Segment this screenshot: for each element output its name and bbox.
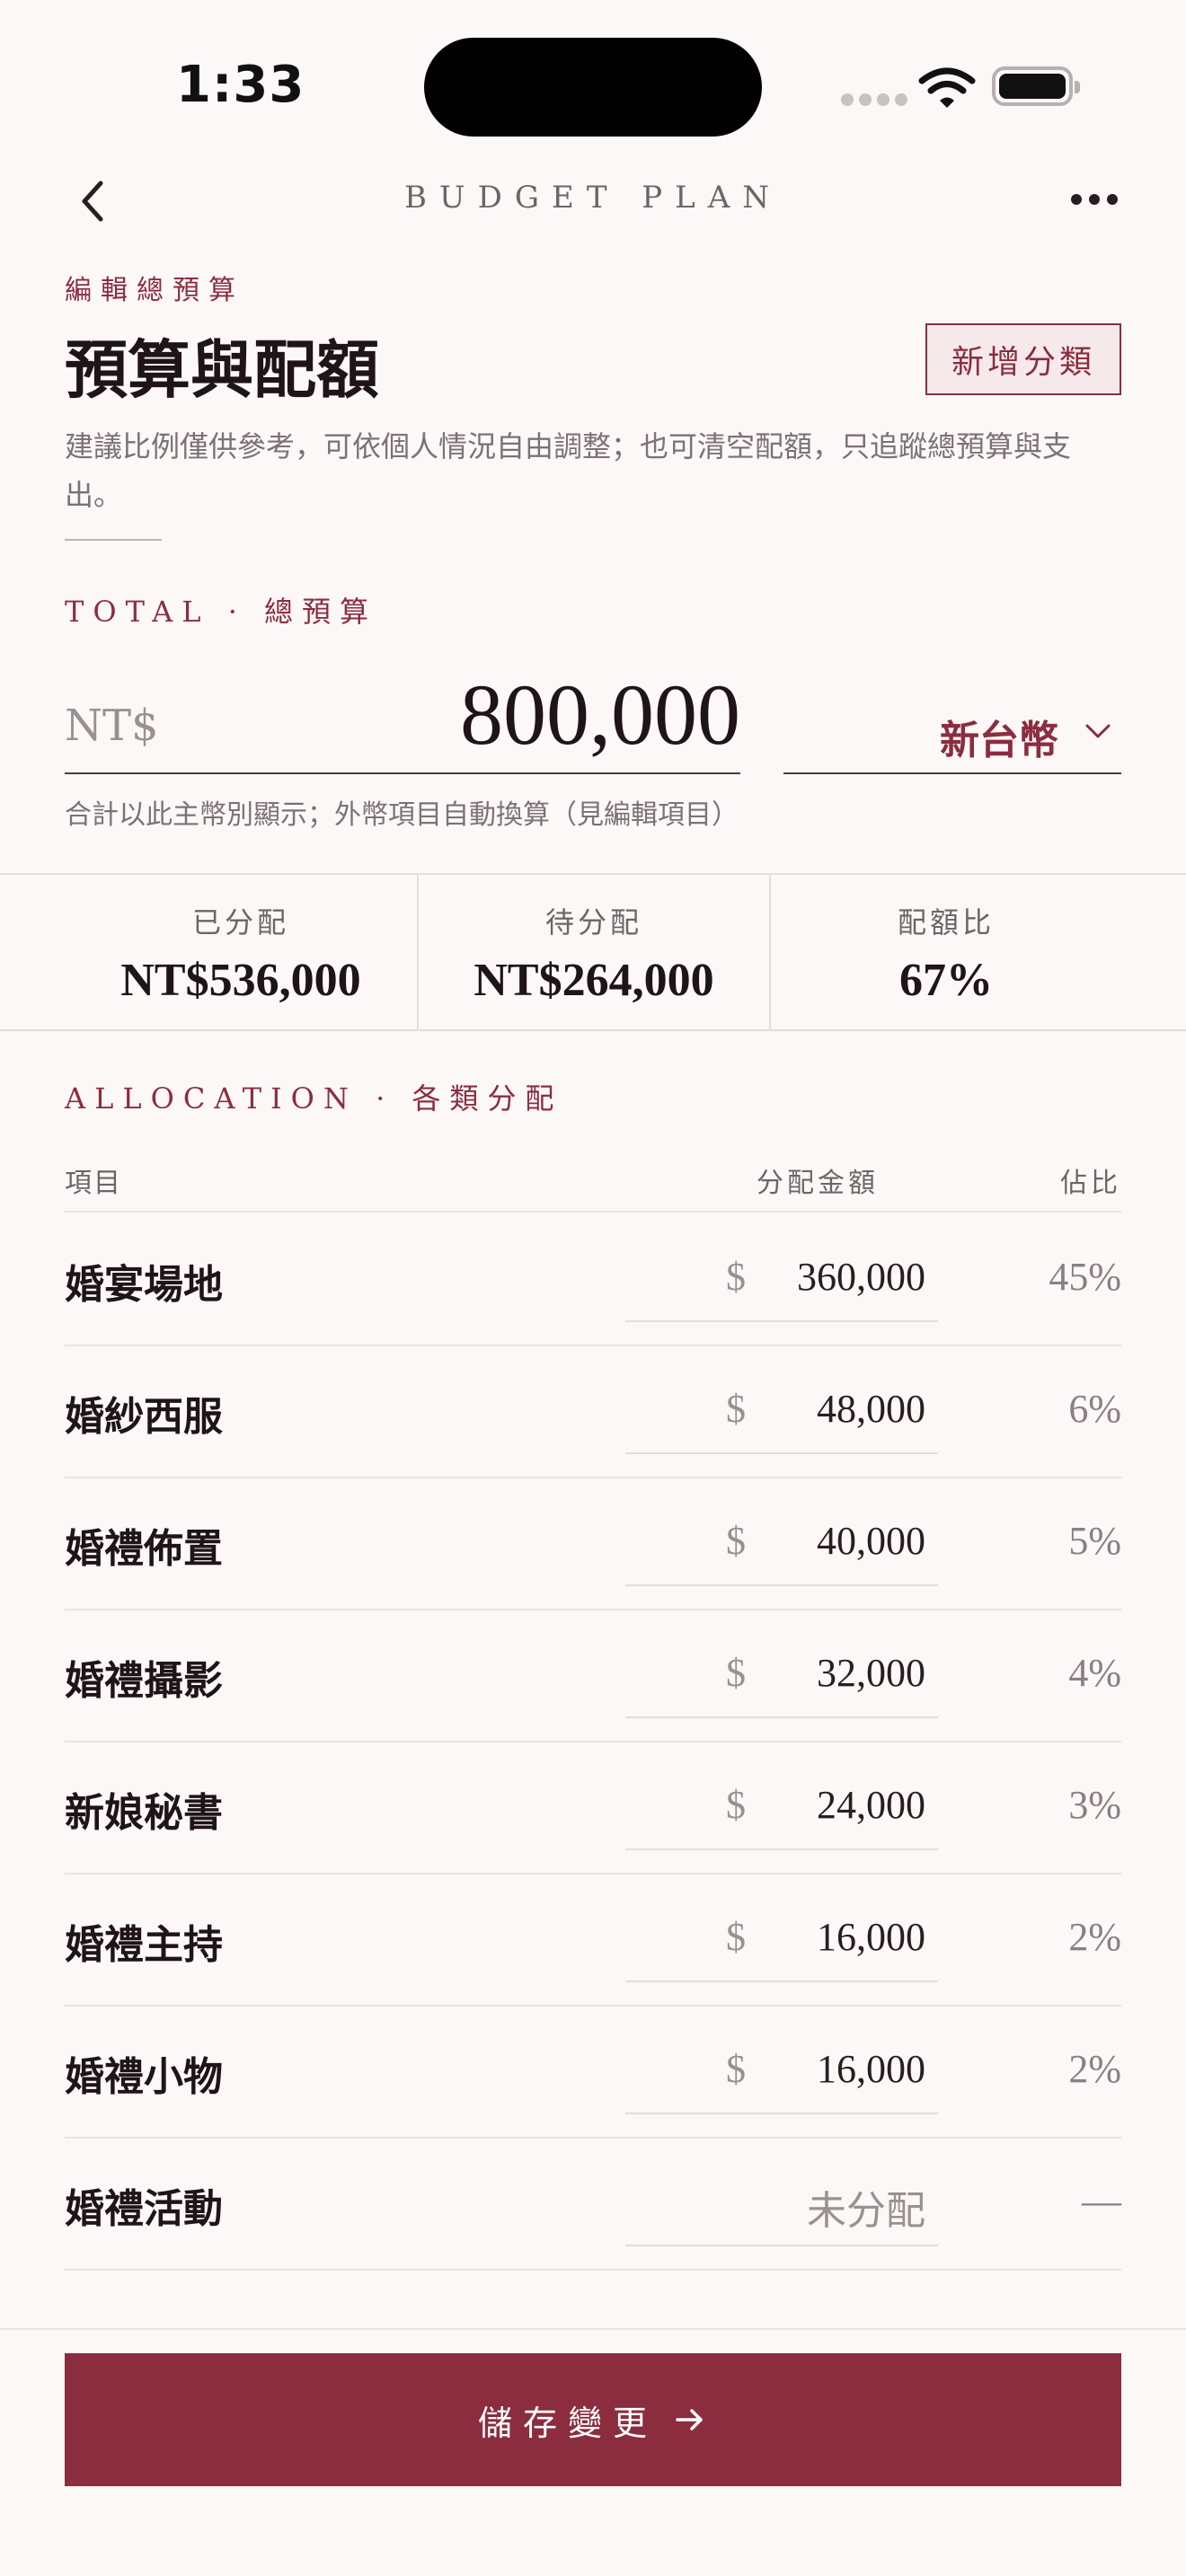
allocation-item-name: 婚紗西服 bbox=[65, 1394, 223, 1440]
allocation-amount-input[interactable]: $ 32,000 bbox=[625, 1627, 938, 1718]
allocation-amount-input[interactable]: $ 40,000 bbox=[625, 1495, 938, 1586]
allocation-amount-input[interactable]: $ 16,000 bbox=[625, 1891, 938, 1982]
column-header-amount: 分配金額 bbox=[757, 1168, 879, 1199]
allocation-percent: 4% bbox=[1068, 1651, 1121, 1695]
allocation-row: 婚禮攝影 $ 32,000 4% bbox=[65, 1610, 1121, 1742]
column-header-item: 項目 bbox=[65, 1168, 122, 1199]
allocation-item-name: 婚禮佈置 bbox=[65, 1526, 223, 1572]
total-budget-amount[interactable]: 800,000 bbox=[460, 665, 740, 764]
navigation-bar: BUDGET PLAN bbox=[0, 162, 1186, 248]
page-title: 預算與配額 bbox=[65, 332, 379, 407]
total-budget-input[interactable]: NT$ 800,000 bbox=[65, 656, 740, 774]
allocation-list: 婚宴場地 $ 360,000 45% 婚紗西服 $ 48,000 6% 婚禮佈置… bbox=[65, 1214, 1121, 2271]
save-changes-button[interactable]: 儲存變更 bbox=[65, 2353, 1121, 2486]
footer-bar: 儲存變更 bbox=[0, 2328, 1186, 2576]
allocation-amount-input[interactable]: $ 24,000 bbox=[625, 1759, 938, 1850]
battery-icon bbox=[992, 66, 1080, 106]
allocation-item-name: 新娘秘書 bbox=[65, 1790, 223, 1836]
summary-unallocated: 待分配 NT$264,000 bbox=[417, 875, 769, 1029]
allocation-amount-input[interactable]: $ 360,000 bbox=[625, 1231, 938, 1322]
allocation-amount-input[interactable]: 未分配 bbox=[625, 2155, 938, 2246]
allocation-row: 婚禮小物 $ 16,000 2% bbox=[65, 2007, 1121, 2139]
allocation-section-label: ALLOCATION · 各類分配 bbox=[65, 1081, 563, 1116]
summary-allocation-ratio: 配額比 67% bbox=[769, 875, 1121, 1029]
allocation-percent: 6% bbox=[1068, 1387, 1121, 1431]
allocation-table-header: 項目 分配金額 佔比 bbox=[65, 1150, 1121, 1213]
allocation-percent: 2% bbox=[1068, 2047, 1121, 2091]
allocation-percent: 3% bbox=[1068, 1783, 1121, 1827]
allocation-percent: — bbox=[1082, 2179, 1121, 2223]
allocation-row: 婚禮佈置 $ 40,000 5% bbox=[65, 1478, 1121, 1610]
divider bbox=[65, 539, 162, 541]
currency-hint: 合計以此主幣別顯示；外幣項目自動換算（見編輯項目） bbox=[65, 799, 739, 831]
allocation-percent: 5% bbox=[1068, 1519, 1121, 1563]
column-header-percent: 佔比 bbox=[1060, 1168, 1121, 1199]
cellular-signal-icon bbox=[841, 93, 907, 106]
allocation-item-name: 婚宴場地 bbox=[65, 1262, 223, 1308]
arrow-right-icon bbox=[676, 2409, 703, 2430]
currency-prefix: NT$ bbox=[65, 701, 159, 751]
chevron-down-icon bbox=[1085, 724, 1111, 738]
dynamic-island bbox=[424, 38, 762, 137]
add-category-button[interactable]: 新增分類 bbox=[925, 323, 1121, 395]
allocation-percent: 2% bbox=[1068, 1915, 1121, 1959]
status-bar: 1:33 bbox=[0, 0, 1186, 162]
allocation-row: 婚紗西服 $ 48,000 6% bbox=[65, 1346, 1121, 1478]
allocation-row: 新娘秘書 $ 24,000 3% bbox=[65, 1742, 1121, 1875]
allocation-item-name: 婚禮主持 bbox=[65, 1922, 223, 1968]
allocation-row: 婚禮主持 $ 16,000 2% bbox=[65, 1875, 1121, 2007]
allocation-row: 婚宴場地 $ 360,000 45% bbox=[65, 1214, 1121, 1346]
allocation-amount-input[interactable]: $ 48,000 bbox=[625, 1363, 938, 1454]
allocation-item-name: 婚禮攝影 bbox=[65, 1658, 223, 1704]
total-section-label: TOTAL · 總預算 bbox=[65, 595, 378, 629]
summary-allocated: 已分配 NT$536,000 bbox=[120, 905, 361, 1006]
allocation-amount-input[interactable]: $ 16,000 bbox=[625, 2023, 938, 2114]
currency-select-value: 新台幣 bbox=[940, 718, 1058, 763]
page-description: 建議比例僅供參考，可依個人情況自由調整；也可清空配額，只追蹤總預算與支出。 bbox=[65, 429, 1072, 512]
save-button-label: 儲存變更 bbox=[477, 2403, 658, 2443]
allocation-item-name: 婚禮小物 bbox=[65, 2054, 223, 2100]
wifi-icon bbox=[918, 67, 976, 108]
more-options-icon[interactable] bbox=[1071, 194, 1118, 205]
nav-title: BUDGET PLAN bbox=[403, 180, 783, 216]
allocation-item-name: 婚禮活動 bbox=[65, 2186, 223, 2232]
summary-stats: 已分配 NT$536,000 待分配 NT$264,000 配額比 67% bbox=[0, 873, 1186, 1031]
allocation-row: 婚禮活動 未分配 — bbox=[65, 2139, 1121, 2271]
currency-select[interactable]: 新台幣 bbox=[783, 656, 1121, 774]
allocation-percent: 45% bbox=[1049, 1255, 1121, 1299]
page-eyebrow: 編輯總預算 bbox=[65, 275, 244, 306]
status-time: 1:33 bbox=[176, 56, 305, 114]
